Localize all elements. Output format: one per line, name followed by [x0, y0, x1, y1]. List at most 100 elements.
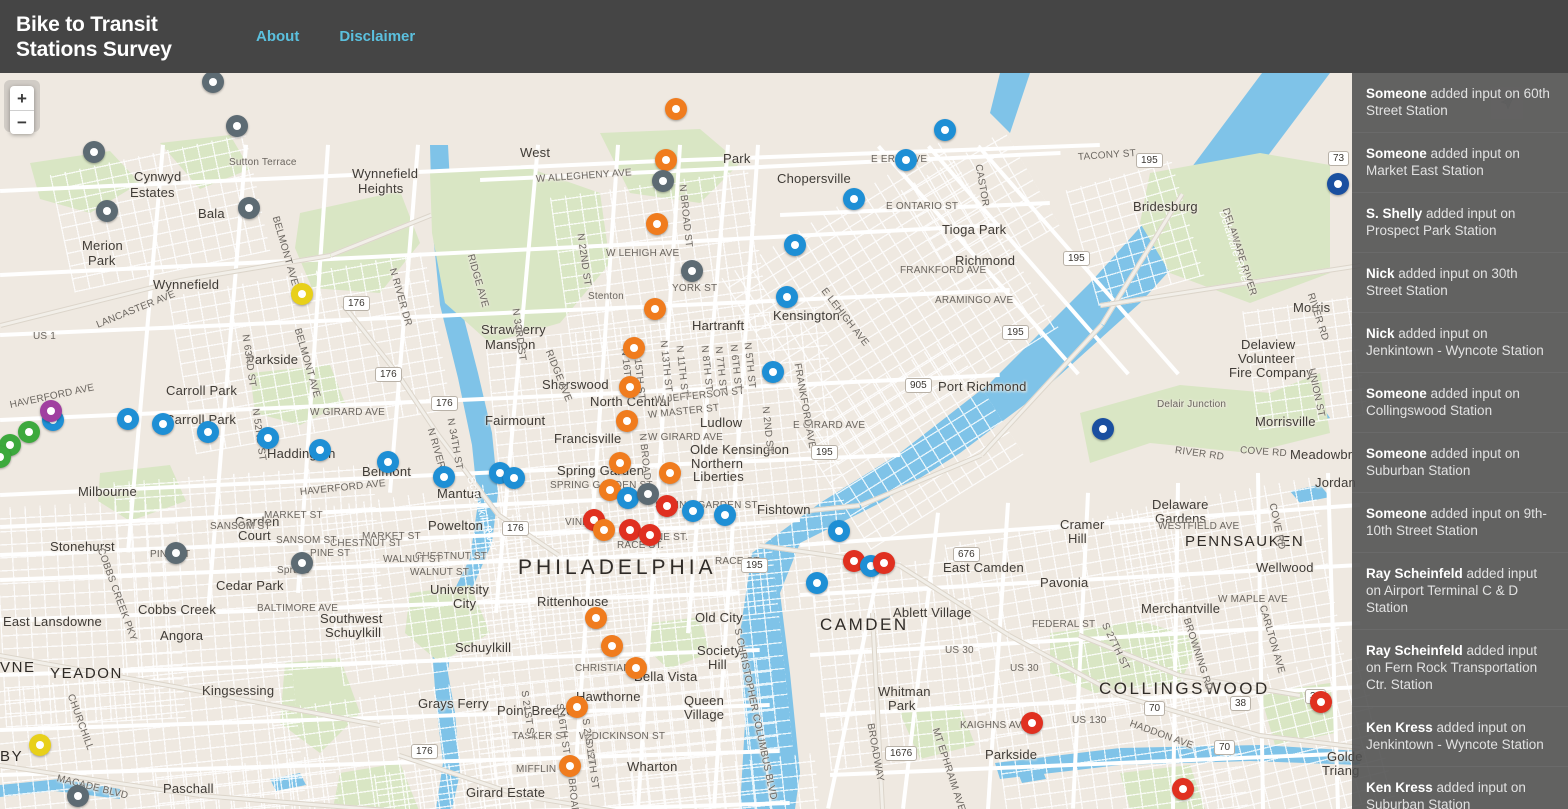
map-station-marker[interactable]: [40, 400, 62, 422]
map-station-marker[interactable]: [291, 283, 313, 305]
feed-item[interactable]: Nick added input on 30th Street Station: [1352, 253, 1568, 313]
map-canvas[interactable]: Cynwyd Estates Bala Merion Park Wynnefield Sut…: [0, 73, 1568, 809]
map-station-marker[interactable]: [1172, 778, 1194, 800]
feed-item-user: Someone: [1366, 506, 1427, 521]
map-station-marker[interactable]: [593, 519, 615, 541]
map-station-marker[interactable]: [652, 170, 674, 192]
feed-item-station: Fern Rock Transportation Ctr. Station: [1366, 660, 1538, 692]
map-station-marker[interactable]: [83, 141, 105, 163]
map-station-marker[interactable]: [503, 467, 525, 489]
feed-item[interactable]: Someone added input on 9th-10th Street S…: [1352, 493, 1568, 553]
map-station-marker[interactable]: [623, 337, 645, 359]
feed-item-user: Ken Kress: [1366, 780, 1433, 795]
map-station-marker[interactable]: [656, 495, 678, 517]
map-station-marker[interactable]: [291, 552, 313, 574]
map-station-marker[interactable]: [566, 696, 588, 718]
street-grid-block-8: [549, 169, 771, 357]
feed-item[interactable]: Ray Scheinfeld added input on Fern Rock …: [1352, 630, 1568, 707]
map-station-marker[interactable]: [152, 413, 174, 435]
map-station-marker[interactable]: [617, 487, 639, 509]
map-station-marker[interactable]: [806, 572, 828, 594]
feed-item[interactable]: Ken Kress added input on Suburban Statio…: [1352, 767, 1568, 809]
highway-shield: 905: [905, 378, 932, 393]
map-station-marker[interactable]: [784, 234, 806, 256]
highway-shield: 176: [375, 367, 402, 382]
map-station-marker[interactable]: [1021, 712, 1043, 734]
map-station-marker[interactable]: [609, 452, 631, 474]
feed-item-user: Ray Scheinfeld: [1366, 566, 1463, 581]
feed-item[interactable]: Ray Scheinfeld added input on Airport Te…: [1352, 553, 1568, 630]
feed-item-user: S. Shelly: [1366, 206, 1423, 221]
app-root: Bike to Transit Stations Survey About Di…: [0, 0, 1568, 809]
map-station-marker[interactable]: [762, 361, 784, 383]
highway-shield: 73: [1328, 151, 1350, 166]
feed-item-user: Someone: [1366, 146, 1427, 161]
feed-item-user: Ray Scheinfeld: [1366, 643, 1463, 658]
map-station-marker[interactable]: [665, 98, 687, 120]
map-station-marker[interactable]: [559, 755, 581, 777]
feed-item-station: Collingswood Station: [1366, 403, 1493, 418]
nav-disclaimer[interactable]: Disclaimer: [319, 18, 435, 55]
nav-about[interactable]: About: [236, 18, 319, 55]
highway-shield: 195: [811, 445, 838, 460]
map-station-marker[interactable]: [646, 213, 668, 235]
map-station-marker[interactable]: [828, 520, 850, 542]
highway-shield: 676: [953, 547, 980, 562]
map-station-marker[interactable]: [843, 188, 865, 210]
map-station-marker[interactable]: [682, 500, 704, 522]
map-station-marker[interactable]: [1327, 173, 1349, 195]
map-station-marker[interactable]: [619, 376, 641, 398]
map-station-marker[interactable]: [238, 197, 260, 219]
map-station-marker[interactable]: [309, 439, 331, 461]
map-station-marker[interactable]: [681, 260, 703, 282]
highway-shield: 70: [1214, 740, 1236, 755]
map-station-marker[interactable]: [226, 115, 248, 137]
highway-shield: 176: [343, 296, 370, 311]
map-station-marker[interactable]: [1310, 691, 1332, 713]
map-station-marker[interactable]: [659, 462, 681, 484]
feed-item[interactable]: S. Shelly added input on Prospect Park S…: [1352, 193, 1568, 253]
zoom-out-button[interactable]: −: [10, 110, 34, 134]
map-station-marker[interactable]: [873, 552, 895, 574]
map-viewport[interactable]: Cynwyd Estates Bala Merion Park Wynnefield Sut…: [0, 73, 1568, 809]
map-station-marker[interactable]: [934, 119, 956, 141]
feed-item[interactable]: Nick added input on Jenkintown - Wyncote…: [1352, 313, 1568, 373]
map-station-marker[interactable]: [655, 149, 677, 171]
map-station-marker[interactable]: [117, 408, 139, 430]
map-station-marker[interactable]: [644, 298, 666, 320]
highway-shield: 195: [1136, 153, 1163, 168]
feed-item-station: Market East Station: [1366, 163, 1484, 178]
map-station-marker[interactable]: [96, 200, 118, 222]
zoom-controls[interactable]: + −: [10, 86, 34, 134]
feed-item[interactable]: Someone added input on Collingswood Stat…: [1352, 373, 1568, 433]
map-station-marker[interactable]: [67, 785, 89, 807]
map-station-marker[interactable]: [714, 504, 736, 526]
map-station-marker[interactable]: [776, 286, 798, 308]
map-station-marker[interactable]: [601, 635, 623, 657]
feed-item[interactable]: Ken Kress added input on Jenkintown - Wy…: [1352, 707, 1568, 767]
feed-item[interactable]: Someone added input on 60th Street Stati…: [1352, 73, 1568, 133]
map-station-marker[interactable]: [639, 524, 661, 546]
map-station-marker[interactable]: [619, 519, 641, 541]
highway-shield: 176: [502, 521, 529, 536]
map-station-marker[interactable]: [377, 451, 399, 473]
map-station-marker[interactable]: [197, 421, 219, 443]
map-station-marker[interactable]: [585, 607, 607, 629]
map-station-marker[interactable]: [257, 427, 279, 449]
map-station-marker[interactable]: [895, 149, 917, 171]
feed-item[interactable]: Someone added input on Suburban Station: [1352, 433, 1568, 493]
feed-item[interactable]: Someone added input on Market East Stati…: [1352, 133, 1568, 193]
map-station-marker[interactable]: [433, 466, 455, 488]
activity-feed[interactable]: Someone added input on 60th Street Stati…: [1352, 73, 1568, 809]
map-station-marker[interactable]: [18, 421, 40, 443]
map-station-marker[interactable]: [1092, 418, 1114, 440]
feed-item-station: Jenkintown - Wyncote Station: [1366, 737, 1544, 752]
map-station-marker[interactable]: [165, 542, 187, 564]
feed-item-action: added input on: [1426, 506, 1524, 521]
map-station-marker[interactable]: [29, 734, 51, 756]
map-station-marker[interactable]: [625, 657, 647, 679]
map-station-marker[interactable]: [616, 410, 638, 432]
highway-shield: 195: [1002, 325, 1029, 340]
zoom-in-button[interactable]: +: [10, 86, 34, 110]
feed-item-action: added input on: [1432, 780, 1526, 795]
